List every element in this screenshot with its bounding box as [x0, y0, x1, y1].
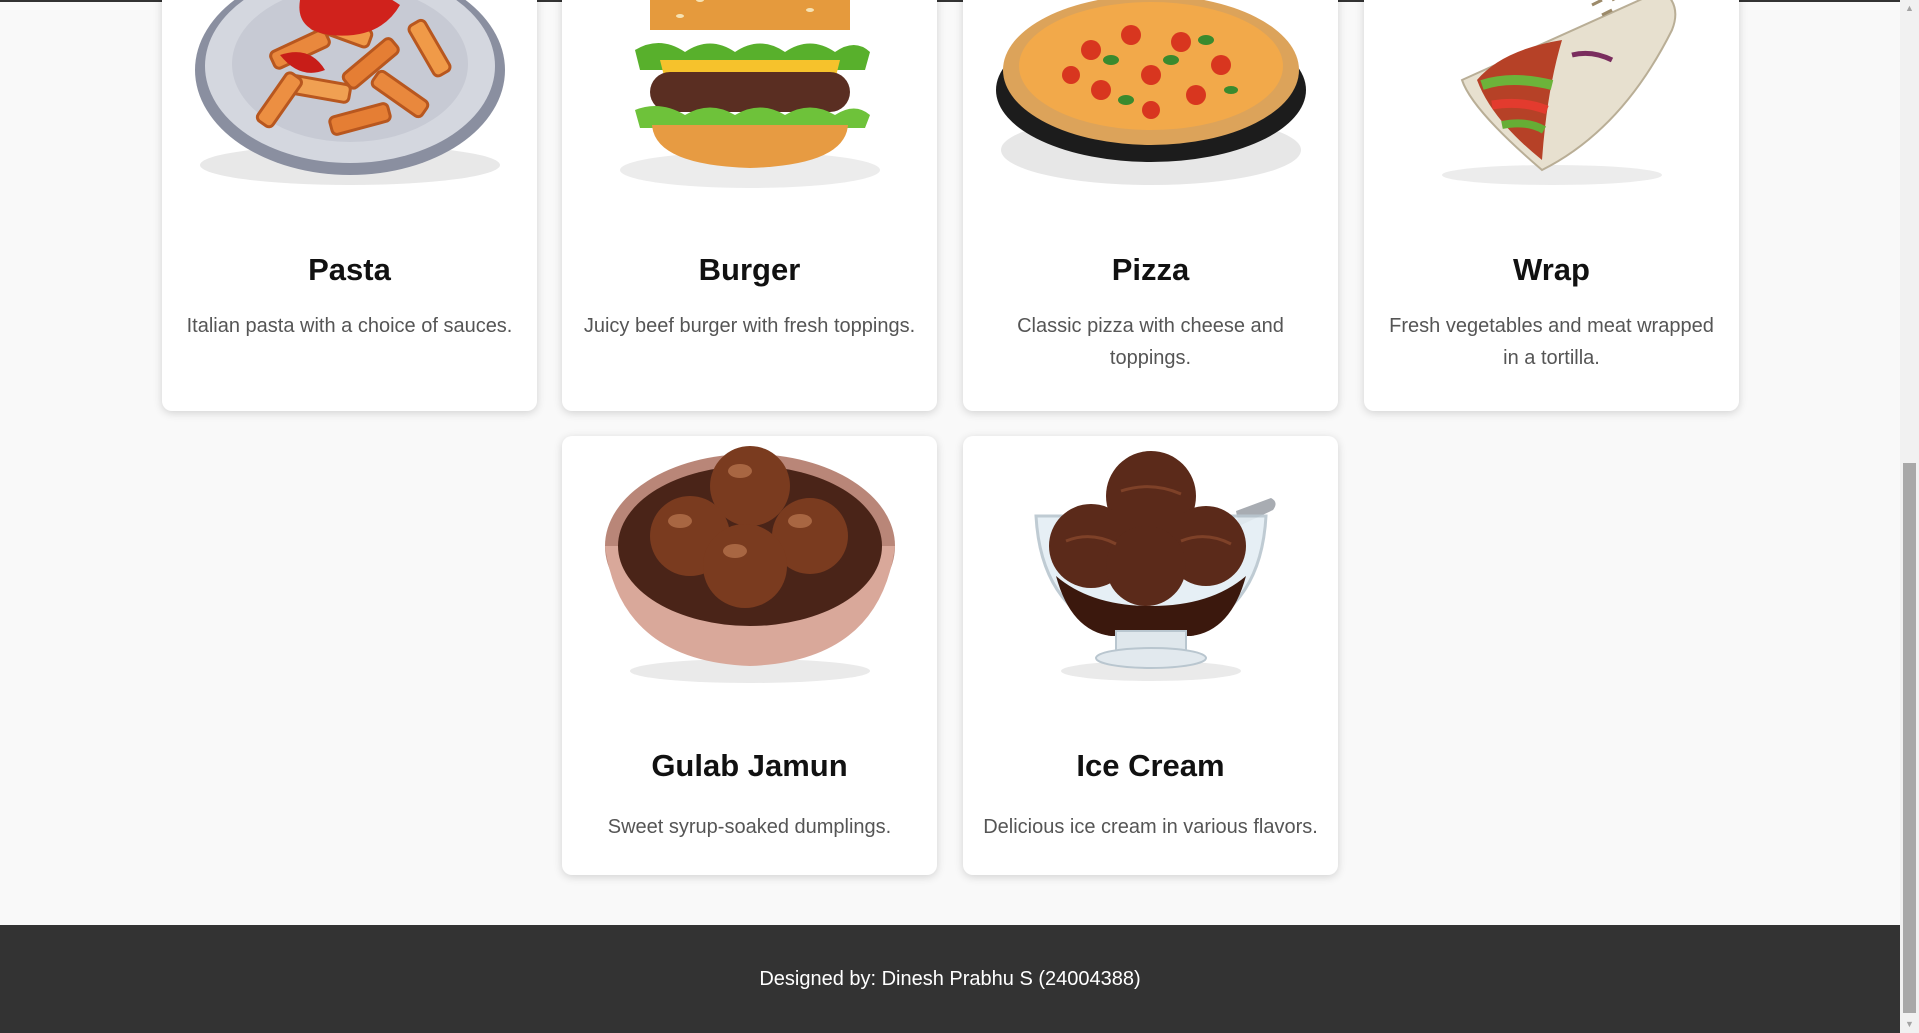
- menu-card-burger[interactable]: Burger Juicy beef burger with fresh topp…: [562, 0, 937, 411]
- menu-item-name: Gulab Jamun: [651, 748, 848, 783]
- pizza-image: [996, 0, 1306, 185]
- scroll-up-arrow-icon[interactable]: ▲: [1900, 0, 1919, 17]
- menu-item-name: Pasta: [308, 252, 391, 287]
- scroll-down-arrow-icon[interactable]: ▼: [1900, 1016, 1919, 1033]
- menu-item-name: Pizza: [1111, 252, 1190, 287]
- menu-item-description: Juicy beef burger with fresh toppings.: [583, 315, 916, 337]
- menu-grid: Pasta Italian pasta with a choice of sau…: [162, 0, 1739, 877]
- page-scrollbar[interactable]: ▲ ▼: [1900, 0, 1919, 1033]
- menu-item-description: Delicious ice cream in various flavors.: [983, 816, 1318, 838]
- pasta-image: [195, 0, 505, 185]
- menu-card-ice-cream[interactable]: Ice Cream Delicious ice cream in various…: [963, 436, 1338, 875]
- gulab-jamun-image: [605, 446, 895, 683]
- menu-card-pizza[interactable]: Pizza Classic pizza with cheese and topp…: [963, 0, 1338, 411]
- menu-item-name: Burger: [698, 252, 801, 287]
- menu-card-gulab-jamun[interactable]: Gulab Jamun Sweet syrup-soaked dumplings…: [562, 436, 937, 875]
- menu-card-wrap[interactable]: Wrap Fresh vegetables and meat wrapped i…: [1364, 0, 1739, 411]
- scrollbar-thumb[interactable]: [1903, 463, 1916, 1013]
- footer: Designed by: Dinesh Prabhu S (24004388): [0, 925, 1900, 1033]
- menu-item-description: Italian pasta with a choice of sauces.: [186, 315, 513, 337]
- footer-credit-text: Designed by: Dinesh Prabhu S (24004388): [759, 968, 1141, 990]
- menu-item-description: Classic pizza with cheese and toppings.: [1017, 315, 1284, 369]
- wrap-image: [1442, 0, 1677, 185]
- ice-cream-image: [1034, 451, 1276, 681]
- menu-item-name: Ice Cream: [1076, 748, 1225, 783]
- menu-card-pasta[interactable]: Pasta Italian pasta with a choice of sau…: [162, 0, 537, 411]
- menu-item-name: Wrap: [1513, 252, 1590, 287]
- menu-item-description: Sweet syrup-soaked dumplings.: [607, 816, 892, 838]
- burger-image: [620, 0, 880, 188]
- menu-item-description: Fresh vegetables and meat wrapped in a t…: [1389, 315, 1714, 369]
